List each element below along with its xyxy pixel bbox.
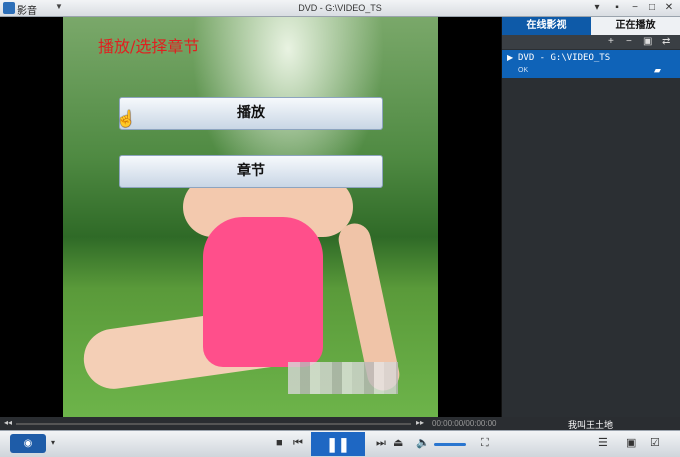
eye-icon[interactable]: ◉	[10, 434, 46, 453]
rewind-icon[interactable]: ◂◂	[4, 418, 12, 427]
skin-icon[interactable]: ▾	[590, 1, 604, 14]
window-title: DVD - G:\VIDEO_TS	[298, 3, 382, 13]
video-frame[interactable]: 播放/选择章节 播放 章节 ☝	[63, 17, 438, 417]
playlist-item[interactable]: ▶ DVD - G:\VIDEO_TS OK ▰	[502, 50, 680, 78]
play-pause-button[interactable]: ❚❚	[311, 432, 365, 456]
seek-bar: ◂◂ ▸▸ 00:00:00/00:00:00 我叫王土地	[0, 417, 680, 430]
seek-track[interactable]	[16, 423, 411, 425]
control-bar: ◉ ▾ ■ ⏮ ❚❚ ⏭ ⏏ 🔈 ⛶ ☰ ▣ ☑	[0, 430, 680, 457]
hand-cursor-icon: ☝	[116, 111, 136, 128]
maximize-button[interactable]: □	[645, 1, 659, 14]
playlist-toolbar: + − ▣ ⇄	[502, 35, 680, 49]
folder-icon[interactable]: ▰	[654, 65, 661, 76]
playlist-panel: 在线影视 正在播放 + − ▣ ⇄ ▶ DVD - G:\VIDEO_TS OK…	[501, 17, 680, 417]
trash-icon[interactable]: ▣	[643, 35, 652, 49]
toolbox-icon[interactable]: ▣	[626, 436, 636, 450]
tools-icon[interactable]: ☑	[650, 436, 660, 450]
dvd-chapter-button[interactable]: 章节	[119, 155, 383, 188]
dvd-menu-title: 播放/选择章节	[98, 37, 200, 56]
playlist-item-status: OK	[518, 67, 529, 74]
blurred-watermark	[288, 362, 398, 394]
fast-forward-icon[interactable]: ▸▸	[416, 418, 424, 427]
stop-icon[interactable]: ■	[276, 436, 283, 450]
add-icon[interactable]: +	[608, 35, 614, 49]
time-display: 00:00:00/00:00:00	[432, 419, 497, 428]
dvd-play-button[interactable]: 播放	[119, 97, 383, 130]
previous-icon[interactable]: ⏮	[293, 436, 303, 450]
tab-now-playing[interactable]: 正在播放	[591, 17, 680, 35]
playing-indicator-icon: ▶	[507, 53, 514, 62]
volume-icon[interactable]: 🔈	[416, 436, 430, 450]
loop-mode-icon[interactable]: ⇄	[662, 35, 670, 49]
next-icon[interactable]: ⏭	[376, 436, 386, 450]
video-stage[interactable]: 播放/选择章节 播放 章节 ☝	[0, 17, 501, 417]
fullscreen-icon[interactable]: ⛶	[481, 436, 489, 450]
tab-online-video[interactable]: 在线影视	[502, 17, 591, 35]
playlist-item-title: DVD - G:\VIDEO_TS	[518, 53, 611, 63]
remove-icon[interactable]: −	[626, 35, 632, 49]
eye-menu-chevron-icon[interactable]: ▾	[51, 436, 55, 450]
playlist-toggle-icon[interactable]: ☰	[598, 436, 608, 450]
close-button[interactable]: ✕	[662, 1, 676, 14]
eject-icon[interactable]: ⏏	[393, 436, 403, 450]
title-bar: 影音 ▼ DVD - G:\VIDEO_TS ▾ ▪ − □ ✕	[0, 0, 680, 17]
mini-mode-icon[interactable]: ▪	[610, 1, 624, 14]
minimize-button[interactable]: −	[628, 1, 642, 14]
video-person-top	[203, 217, 323, 367]
volume-slider[interactable]	[434, 443, 466, 446]
